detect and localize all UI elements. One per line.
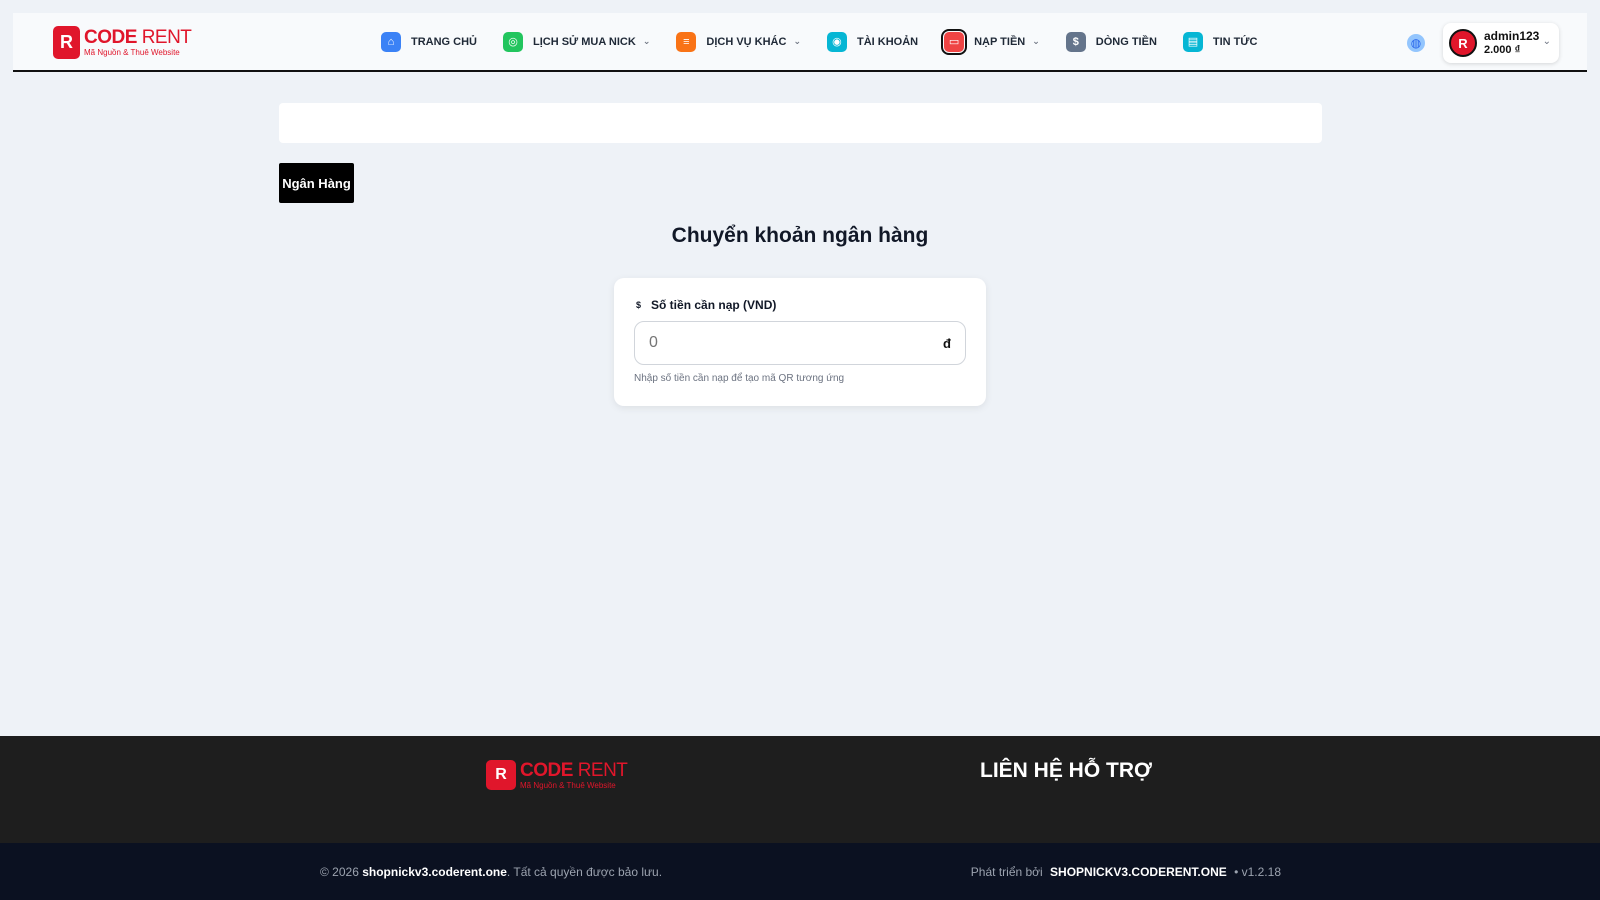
footer-brand-tagline: Mã Nguồn & Thuê Website [520, 780, 616, 790]
copyright-site-link[interactable]: shopnickv3.coderent.one [362, 865, 507, 879]
logo-mark-icon: R [53, 26, 80, 59]
copyright-suffix: . Tất cả quyền được bảo lưu. [506, 865, 663, 879]
footer-brand-part1: CODE [520, 759, 573, 781]
nav-item-label: NẠP TIỀN [974, 35, 1026, 48]
nav-item-label: TIN TỨC [1212, 35, 1258, 48]
top-header: R CODE RENT Mã Nguồn & Thuê Website ⌂ TRA… [13, 13, 1587, 72]
chevron-down-icon: ⌄ [793, 36, 801, 46]
nav-item-7[interactable]: ▤ TIN TỨC [1182, 31, 1258, 52]
nav-item-3[interactable]: ≡ DỊCH VỤ KHÁC ⌄ [676, 31, 801, 52]
wallet-icon: ▭ [941, 28, 968, 55]
user-menu[interactable]: R admin123 2.000 ₫ ⌄ [1443, 23, 1559, 63]
brand-name-part2: RENT [141, 27, 192, 48]
contact-support-title: LIÊN HỆ HỖ TRỢ [980, 759, 1152, 782]
brand-name-part1: CODE [84, 27, 137, 48]
amount-input[interactable] [649, 334, 944, 352]
nav-item-4[interactable]: ◉ TÀI KHOẢN [826, 31, 919, 52]
amount-label: $ Số tiền cần nạp (VND) [636, 298, 776, 312]
nav-item-label: DÒNG TIỀN [1095, 35, 1157, 48]
brand-logo[interactable]: R CODE RENT Mã Nguồn & Thuê Website [53, 26, 192, 59]
footer-logo-mark-icon: R [486, 760, 516, 790]
chevron-down-icon: ⌄ [1032, 36, 1040, 46]
avatar: R [1449, 29, 1477, 57]
user-balance: 2.000 ₫ [1484, 43, 1521, 56]
chevron-down-icon: ⌄ [1542, 36, 1551, 47]
language-globe-icon[interactable]: ◍ [1407, 34, 1425, 52]
nav-item-label: LỊCH SỬ MUA NICK [533, 35, 636, 48]
dollar-icon: $ [1065, 31, 1086, 52]
dollar-icon: $ [636, 300, 642, 310]
version: • v1.2.18 [1234, 865, 1281, 879]
home-icon: ⌂ [381, 31, 401, 52]
nav-item-label: DỊCH VỤ KHÁC [706, 35, 787, 48]
amount-label-text: Số tiền cần nạp (VND) [651, 298, 777, 312]
main-nav: ⌂ TRANG CHỦ ◎ LỊCH SỬ MUA NICK ⌄ ≡ DỊCH VỤ KHÁ… [381, 13, 1283, 70]
amount-field[interactable]: đ [634, 321, 966, 365]
gamepad-icon: ◎ [503, 31, 523, 52]
nav-item-label: TRANG CHỦ [411, 35, 477, 48]
chevron-down-icon: ⌄ [642, 36, 651, 46]
tab-bank[interactable]: Ngân Hàng [279, 163, 354, 203]
user-icon: ◉ [826, 31, 847, 52]
bottom-bar: © 2026 shopnickv3.coderent.one. Tất cả q… [0, 843, 1600, 900]
footer-brand-part2: RENT [577, 759, 628, 781]
amount-hint: Nhập số tiền cần nạp để tạo mã QR tương … [634, 373, 845, 384]
nav-item-label: TÀI KHOẢN [856, 35, 919, 48]
nav-item-1[interactable]: ⌂ TRANG CHỦ [381, 31, 477, 52]
developer-credit: Phát triển bởi SHOPNICKV3.CODERENT.ONE •… [971, 865, 1281, 879]
page-title: Chuyển khoản ngân hàng [671, 224, 929, 247]
nav-item-2[interactable]: ◎ LỊCH SỬ MUA NICK ⌄ [503, 31, 651, 52]
dev-name-link[interactable]: SHOPNICKV3.CODERENT.ONE [1050, 865, 1227, 879]
footer: R CODE RENT Mã Nguồn & Thuê Website LIÊN… [0, 736, 1600, 843]
content-top-bar [279, 103, 1322, 143]
footer-logo[interactable]: R CODE RENT Mã Nguồn & Thuê Website [486, 759, 628, 790]
brand-tagline: Mã Nguồn & Thuê Website [84, 48, 180, 57]
news-icon: ▤ [1182, 31, 1203, 52]
user-name: admin123 [1484, 28, 1540, 43]
nav-item-6[interactable]: $ DÒNG TIỀN [1065, 31, 1157, 52]
nav-item-5[interactable]: ▭ NẠP TIỀN ⌄ [941, 28, 1040, 55]
dev-prefix: Phát triển bởi [970, 865, 1043, 879]
currency-symbol: đ [943, 335, 951, 351]
layers-icon: ≡ [676, 31, 697, 52]
deposit-card: $ Số tiền cần nạp (VND) đ Nhập số tiền c… [614, 278, 986, 406]
copyright-prefix: © 2026 [320, 865, 359, 879]
copyright: © 2026 shopnickv3.coderent.one. Tất cả q… [320, 865, 662, 879]
